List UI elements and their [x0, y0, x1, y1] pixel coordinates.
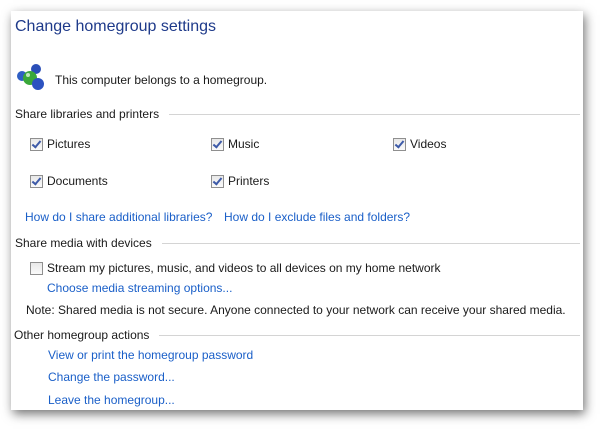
section-heading: Other homegroup actions: [14, 328, 150, 342]
checkbox-box[interactable]: [393, 137, 406, 151]
section-share-media: Share media with devices: [15, 236, 580, 250]
checkbox-printers[interactable]: Printers: [211, 174, 269, 188]
checkbox-box[interactable]: [211, 174, 224, 188]
homegroup-status-text: This computer belongs to a homegroup.: [55, 73, 268, 87]
section-share-libraries: Share libraries and printers: [15, 107, 580, 121]
page-title: Change homegroup settings: [15, 18, 217, 35]
checkbox-label: Documents: [47, 174, 108, 188]
media-streaming-options-link[interactable]: Choose media streaming options...: [47, 281, 232, 295]
divider: [169, 113, 580, 115]
section-heading: Share libraries and printers: [15, 107, 160, 121]
homegroup-icon: [15, 62, 47, 92]
checkbox-videos[interactable]: Videos: [393, 137, 446, 151]
divider: [161, 242, 580, 244]
checkbox-box[interactable]: [30, 137, 43, 151]
media-security-note: Note: Shared media is not secure. Anyone…: [26, 303, 566, 317]
checkbox-label: Pictures: [47, 137, 91, 151]
divider: [159, 334, 580, 336]
checkbox-stream-media[interactable]: Stream my pictures, music, and videos to…: [30, 261, 441, 275]
checkbox-pictures[interactable]: Pictures: [30, 137, 90, 151]
checkbox-music[interactable]: Music: [211, 137, 259, 151]
section-heading: Share media with devices: [15, 236, 152, 250]
checkbox-box[interactable]: [30, 261, 43, 275]
checkbox-label: Printers: [228, 174, 270, 188]
checkbox-label: Videos: [410, 137, 447, 151]
share-additional-libraries-link[interactable]: How do I share additional libraries?: [25, 210, 212, 224]
checkbox-label: Stream my pictures, music, and videos to…: [47, 261, 441, 275]
section-other-actions: Other homegroup actions: [14, 328, 580, 342]
view-print-password-link[interactable]: View or print the homegroup password: [48, 348, 253, 362]
checkbox-box[interactable]: [211, 137, 224, 151]
checkbox-documents[interactable]: Documents: [30, 174, 108, 188]
checkbox-box[interactable]: [30, 174, 43, 188]
exclude-files-link[interactable]: How do I exclude files and folders?: [224, 210, 410, 224]
change-password-link[interactable]: Change the password...: [48, 370, 175, 384]
leave-homegroup-link[interactable]: Leave the homegroup...: [48, 393, 175, 407]
checkbox-label: Music: [228, 137, 260, 151]
